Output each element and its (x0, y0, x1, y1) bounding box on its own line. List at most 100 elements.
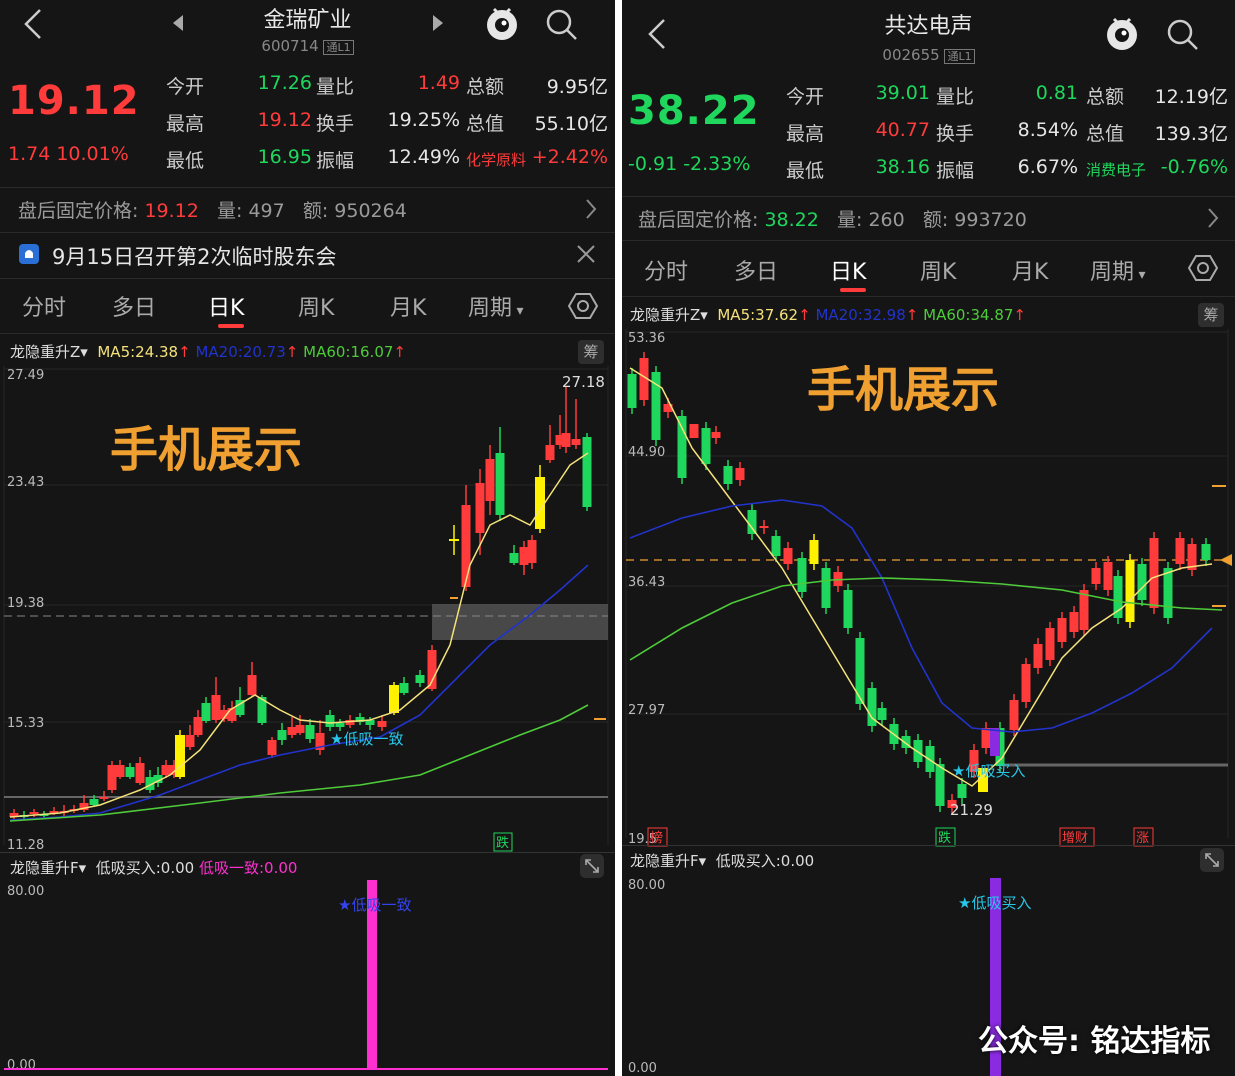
tab-1[interactable]: 多日 (112, 290, 156, 322)
tab-3[interactable]: 周K (298, 290, 334, 322)
sub-indicator-select[interactable]: 龙隐重升F▾ (630, 852, 706, 870)
tab-0[interactable]: 分时 (22, 290, 66, 322)
stock-title: 共达电声 (884, 14, 973, 39)
tab-2[interactable]: 日K (830, 254, 866, 286)
tab-3[interactable]: 周K (920, 254, 956, 286)
candle-body (461, 505, 471, 587)
sub-signal-label: ★低吸一致 (338, 896, 411, 914)
assistant-robot-icon[interactable] (1104, 14, 1140, 52)
candle-body (1033, 644, 1043, 668)
candle-body (193, 717, 203, 735)
assistant-robot-icon[interactable] (484, 4, 520, 42)
sub-indicator-chart: 80.00 0.00 ★低吸一致 (4, 880, 608, 1073)
candle-body (627, 374, 637, 408)
candle-body (135, 763, 145, 783)
notice-bell-icon (18, 243, 40, 265)
candle-body (535, 477, 545, 529)
candle-body (527, 540, 537, 563)
next-stock-icon[interactable] (432, 14, 444, 32)
chip-distribution-button[interactable]: 筹 (578, 340, 604, 364)
overlay-watermark: 手机展示 (110, 422, 303, 478)
candle-body (1069, 612, 1079, 632)
sub-signal-label: ★低吸买入 (958, 894, 1031, 912)
current-price: 38.22 (628, 88, 760, 134)
marker-tag: 榜 (650, 830, 663, 846)
sub-y-top: 80.00 (628, 878, 665, 893)
kline-chart[interactable]: 27.49 23.43 19.38 15.33 11.28 27.18 ★低吸一致跌 (0, 365, 615, 855)
after-hours-row[interactable]: 盘后固定价格: 19.12 量: 497 额: 950264 (18, 196, 407, 223)
candle-body (211, 695, 221, 720)
close-icon[interactable] (576, 244, 596, 264)
candle-body (877, 708, 887, 720)
sub-indicator-select[interactable]: 龙隐重升F▾ (10, 859, 86, 877)
candle-body (377, 721, 387, 727)
candle-body (201, 703, 211, 721)
tab-5[interactable]: 周期 ▾ (1090, 254, 1146, 286)
current-price-marker (1220, 554, 1232, 566)
stock-code: 600714 通L1 (0, 37, 615, 55)
expand-icon[interactable] (580, 854, 604, 878)
candle-body (711, 432, 721, 438)
quote-label: 最高 (166, 113, 205, 135)
candle-body (1009, 700, 1019, 730)
left-phone-screen: 金瑞矿业 600714 通L1 19.12 1.74 10.01% 盘后固定价格… (0, 0, 615, 1076)
candle-body (689, 424, 699, 438)
candle-body (913, 740, 923, 762)
quote-value: 40.77 (875, 119, 930, 141)
settings-hex-icon[interactable] (568, 292, 598, 320)
candle-body (89, 799, 99, 805)
candle-body (305, 725, 315, 739)
candle-body (277, 730, 287, 740)
active-tab-indicator (218, 324, 244, 328)
y-axis-label: 27.97 (628, 703, 665, 718)
tab-0[interactable]: 分时 (644, 254, 688, 286)
candle-body (107, 765, 117, 790)
tab-1[interactable]: 多日 (734, 254, 778, 286)
main-indicator-bar: 龙隐重升Z▾ MA5:24.38↑ MA20:20.73↑ MA60:16.07… (10, 343, 406, 361)
tab-5[interactable]: 周期 ▾ (468, 290, 524, 322)
ma20-line (9, 564, 589, 821)
candle-body (809, 540, 819, 564)
price-change: -0.91 -2.33% (628, 153, 751, 175)
settings-hex-icon[interactable] (1188, 254, 1218, 282)
candle-body (125, 767, 135, 777)
candle-body (161, 765, 171, 775)
y-axis-label: 36.43 (628, 575, 665, 590)
quote-value: 6.67% (1017, 156, 1078, 178)
min-price-label: 21.29 (950, 801, 993, 819)
quote-value: 19.25% (387, 109, 460, 131)
quote-value: 12.19亿 (1154, 86, 1228, 108)
candle-body (582, 437, 592, 507)
quote-label: 今开 (166, 76, 205, 98)
candle-body (295, 725, 305, 733)
search-icon[interactable] (1166, 18, 1200, 52)
candle-body (485, 459, 495, 501)
chevron-right-icon[interactable] (585, 198, 597, 220)
candle-body (723, 466, 733, 484)
candle-body (399, 683, 409, 693)
candle-body (335, 723, 345, 727)
quote-label: 最低 (166, 150, 205, 172)
candle-body (449, 539, 459, 541)
marker-tag: 增财 (1062, 831, 1088, 846)
candle-body (185, 735, 195, 747)
candle-body (701, 428, 711, 464)
indicator-select[interactable]: 龙隐重升Z▾ (630, 306, 708, 324)
tab-4[interactable]: 月K (1012, 254, 1048, 286)
tab-4[interactable]: 月K (390, 290, 426, 322)
indicator-select[interactable]: 龙隐重升Z▾ (10, 343, 88, 361)
chevron-right-icon[interactable] (1207, 207, 1219, 229)
quote-value: 19.12 (257, 109, 312, 131)
candle-body (1045, 628, 1055, 660)
after-hours-row[interactable]: 盘后固定价格: 38.22 量: 260 额: 993720 (638, 205, 1027, 232)
chip-distribution-button[interactable]: 筹 (1198, 303, 1224, 327)
candle-body (325, 715, 335, 727)
expand-icon[interactable] (1200, 848, 1224, 872)
y-axis-label: 27.49 (7, 368, 44, 383)
tab-2[interactable]: 日K (208, 290, 244, 322)
search-icon[interactable] (545, 8, 579, 42)
y-axis-label: 19.38 (7, 596, 44, 611)
candle-body (175, 735, 185, 777)
notice-text[interactable]: 9月15日召开第2次临时股东会 (52, 241, 336, 271)
candle-body (247, 675, 257, 695)
